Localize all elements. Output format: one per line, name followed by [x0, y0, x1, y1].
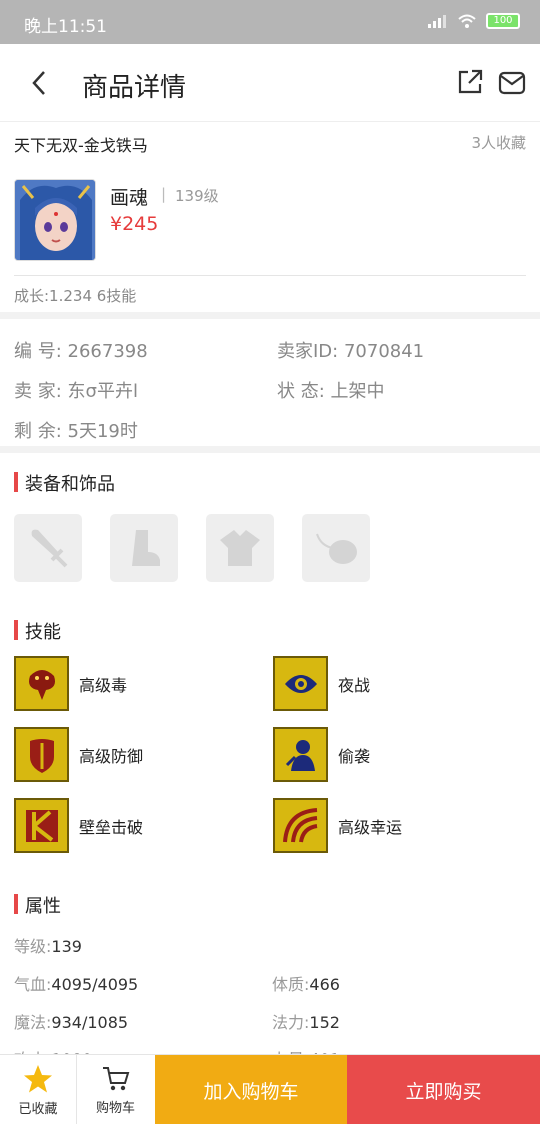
- wifi-icon: [458, 14, 476, 28]
- status-icons: 100: [428, 13, 520, 29]
- luck-skill-icon: [273, 798, 328, 853]
- favorite-count: 3人收藏: [471, 134, 526, 152]
- attributes-section-title: 属性: [14, 892, 61, 918]
- section-gap: [0, 312, 540, 319]
- remaining-label: 剩 余:: [14, 421, 62, 442]
- product-price: ¥245: [110, 213, 159, 235]
- cart-label: 购物车: [95, 1100, 135, 1116]
- shield-skill-icon: [14, 727, 69, 782]
- equip-slot-weapon[interactable]: [14, 514, 82, 582]
- item-id-label: 编 号:: [14, 341, 62, 362]
- skill-label: 夜战: [338, 675, 371, 695]
- product-name: 天下无双-金戈铁马: [14, 136, 148, 155]
- skills-section-title: 技能: [14, 618, 61, 644]
- battery-icon: 100: [486, 13, 520, 29]
- status-time: 晚上11:51: [24, 17, 107, 37]
- remaining-value: 5天19时: [67, 421, 138, 442]
- star-icon: [24, 1064, 52, 1092]
- equip-slot-boots[interactable]: [110, 514, 178, 582]
- snake-skill-icon: [14, 656, 69, 711]
- attr-magic-label: 法力:: [272, 1013, 310, 1032]
- item-id-value: 2667398: [67, 341, 148, 362]
- favorite-label: 已收藏: [18, 1101, 58, 1117]
- favorite-button[interactable]: 已收藏: [0, 1055, 77, 1124]
- seller-value: 东σ平卉l: [67, 381, 138, 402]
- attr-mp-value: 934/1085: [51, 1013, 129, 1032]
- item-id: 编 号: 2667398: [14, 337, 148, 363]
- seller: 卖 家: 东σ平卉l: [14, 377, 138, 403]
- pet-name: 画魂: [110, 187, 149, 209]
- listing-status: 状 态: 上架中: [277, 377, 385, 403]
- skill-label: 高级防御: [79, 746, 144, 766]
- pet-avatar: [14, 179, 96, 261]
- mail-icon[interactable]: [498, 70, 526, 96]
- sneak-skill-icon: [273, 727, 328, 782]
- share-icon[interactable]: [456, 68, 484, 96]
- necklace-icon: [316, 533, 357, 564]
- attr-level-value: 139: [51, 937, 82, 956]
- divider: [14, 275, 526, 276]
- equipment-section-title: 装备和饰品: [14, 470, 115, 496]
- info-section: 编 号: 2667398 卖家ID: 7070841 卖 家: 东σ平卉l 状 …: [0, 319, 540, 446]
- nav-bar: 商品详情: [0, 44, 540, 122]
- skill-item[interactable]: 夜战: [273, 656, 370, 711]
- equip-slot-necklace[interactable]: [302, 514, 370, 582]
- seller-id: 卖家ID: 7070841: [277, 337, 424, 363]
- equip-slot-armor[interactable]: [206, 514, 274, 582]
- status-value: 上架中: [330, 381, 385, 402]
- skill-label: 高级幸运: [338, 817, 403, 837]
- attr-hp-label: 气血:: [14, 975, 52, 994]
- product-header: 天下无双-金戈铁马 3人收藏 画魂 | 139级 ¥245 成长:1.234 6…: [0, 122, 540, 312]
- skill-label: 高级毒: [79, 675, 128, 695]
- attr-magic-value: 152: [309, 1013, 340, 1032]
- seller-id-value: 7070841: [343, 341, 425, 362]
- growth-info: 成长:1.234 6技能: [14, 287, 137, 305]
- name-separator: |: [161, 185, 167, 203]
- attr-hp: 气血:4095/4095: [14, 971, 138, 995]
- attr-mp: 魔法:934/1085: [14, 1009, 128, 1033]
- sword-icon: [31, 529, 68, 568]
- boot-icon: [132, 530, 160, 566]
- skill-label: 偷袭: [338, 746, 371, 766]
- section-gap: [0, 446, 540, 453]
- pet-portrait-image: [15, 180, 95, 260]
- pet-level: 139级: [175, 187, 219, 205]
- add-to-cart-button[interactable]: 加入购物车: [155, 1055, 347, 1124]
- attr-level-label: 等级:: [14, 937, 52, 956]
- cart-button[interactable]: 购物车: [77, 1055, 154, 1124]
- attr-level: 等级:139: [14, 933, 82, 957]
- attr-magic: 法力:152: [272, 1009, 340, 1033]
- status-label: 状 态:: [277, 381, 325, 402]
- signal-icon: [428, 15, 446, 28]
- back-button[interactable]: [24, 66, 54, 100]
- wall-break-skill-icon: [14, 798, 69, 853]
- skill-item[interactable]: 壁垒击破: [14, 798, 143, 853]
- eye-skill-icon: [273, 656, 328, 711]
- attr-constitution-label: 体质:: [272, 975, 310, 994]
- attr-constitution-value: 466: [309, 975, 340, 994]
- chevron-left-icon: [32, 71, 45, 95]
- armor-icon: [220, 530, 260, 566]
- skill-item[interactable]: 高级防御: [14, 727, 143, 782]
- remaining-time: 剩 余: 5天19时: [14, 417, 138, 443]
- attr-mp-label: 魔法:: [14, 1013, 52, 1032]
- bottom-action-bar: 已收藏 购物车 加入购物车 立即购买: [0, 1054, 540, 1124]
- skill-item[interactable]: 高级毒: [14, 656, 127, 711]
- buy-now-button[interactable]: 立即购买: [347, 1055, 540, 1124]
- status-bar: 晚上11:51 100: [0, 0, 540, 44]
- seller-label: 卖 家:: [14, 381, 62, 402]
- attr-hp-value: 4095/4095: [51, 975, 139, 994]
- skill-label: 壁垒击破: [79, 817, 144, 837]
- cart-icon: [102, 1066, 129, 1090]
- skill-item[interactable]: 偷袭: [273, 727, 370, 782]
- seller-id-label: 卖家ID:: [277, 341, 339, 362]
- attr-constitution: 体质:466: [272, 971, 340, 995]
- skill-item[interactable]: 高级幸运: [273, 798, 402, 853]
- page-title: 商品详情: [82, 73, 187, 103]
